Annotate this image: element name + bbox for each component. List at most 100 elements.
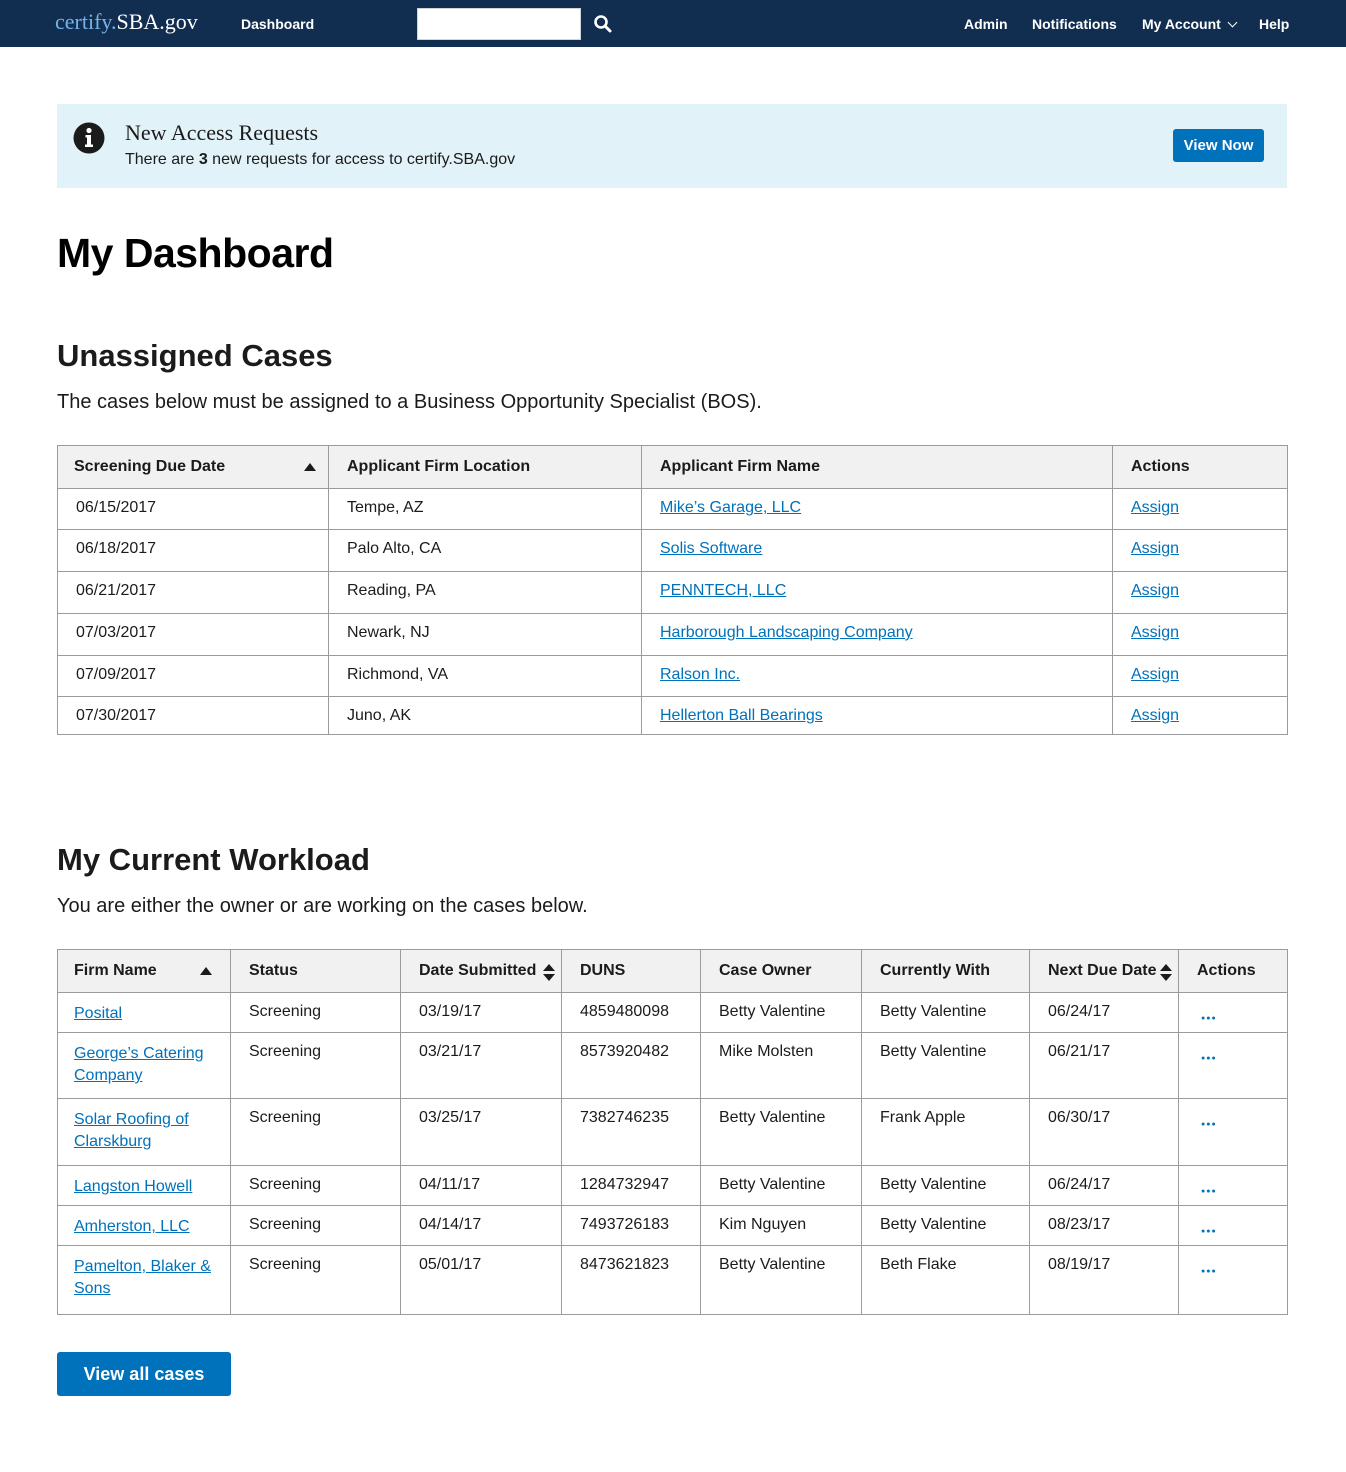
firm-name-cell: PENNTECH, LLC <box>641 571 1113 614</box>
site-logo[interactable]: certify.SBA.gov <box>55 9 198 35</box>
duns-cell: 1284732947 <box>561 1165 701 1206</box>
firm-name-link[interactable]: Langston Howell <box>74 1178 192 1195</box>
table-row: 07/03/2017 Newark, NJ Harborough Landscapi… <box>57 613 1288 656</box>
firm-name-cell: Ralson Inc. <box>641 655 1113 697</box>
next-due-date-cell: 06/30/17 <box>1029 1098 1179 1166</box>
case-owner-cell: Betty Valentine <box>700 1245 862 1315</box>
actions-cell: ●●● <box>1178 1098 1288 1166</box>
firm-location-cell: Richmond, VA <box>328 655 642 697</box>
column-header-firm-location: Applicant Firm Location <box>328 445 642 489</box>
column-header-duns: DUNS <box>561 949 701 993</box>
status-cell: Screening <box>230 1245 401 1315</box>
more-dots-icon[interactable]: ●●● <box>1201 1267 1217 1277</box>
unassigned-cases-heading: Unassigned Cases <box>57 338 333 373</box>
duns-cell: 8473621823 <box>561 1245 701 1315</box>
firm-name-link[interactable]: Solar Roofing of Clarskburg <box>74 1111 189 1150</box>
column-header-screening-due-date[interactable]: Screening Due Date <box>57 445 329 489</box>
nav-admin-link[interactable]: Admin <box>964 16 1008 32</box>
more-dots-icon[interactable]: ●●● <box>1201 1120 1217 1130</box>
more-dots-icon[interactable]: ●●● <box>1201 1054 1217 1064</box>
status-cell: Screening <box>230 1032 401 1099</box>
actions-cell: ●●● <box>1178 1165 1288 1206</box>
assign-link[interactable]: Assign <box>1131 624 1179 641</box>
actions-cell: Assign <box>1112 655 1288 697</box>
workload-description: You are either the owner or are working … <box>57 895 588 917</box>
status-cell: Screening <box>230 1165 401 1206</box>
assign-link[interactable]: Assign <box>1131 540 1179 557</box>
actions-cell: Assign <box>1112 571 1288 614</box>
column-header-currently-with: Currently With <box>861 949 1030 993</box>
table-row: 07/09/2017 Richmond, VA Ralson Inc. Assign <box>57 655 1288 697</box>
sort-ascending-icon[interactable] <box>200 967 212 975</box>
column-header-date-submitted[interactable]: Date Submitted <box>400 949 562 993</box>
column-header-firm-name[interactable]: Firm Name <box>57 949 231 993</box>
firm-name-link[interactable]: Amherston, LLC <box>74 1218 190 1235</box>
currently-with-cell: Betty Valentine <box>861 1205 1030 1246</box>
table-row: 07/30/2017 Juno, AK Hellerton Ball Bearing… <box>57 696 1288 735</box>
top-nav-bar: certify.SBA.gov Dashboard Admin Notifica… <box>0 0 1346 47</box>
actions-cell: Assign <box>1112 488 1288 530</box>
firm-name-cell: Solar Roofing of Clarskburg <box>57 1098 231 1166</box>
sort-icon[interactable] <box>1160 964 1172 982</box>
firm-name-cell: Solis Software <box>641 529 1113 572</box>
firm-name-link[interactable]: Hellerton Ball Bearings <box>660 707 823 724</box>
duns-cell: 7382746235 <box>561 1098 701 1166</box>
screening-due-date-cell: 07/03/2017 <box>57 613 329 656</box>
nav-dashboard-link[interactable]: Dashboard <box>241 16 314 32</box>
firm-name-link[interactable]: George’s Catering Company <box>74 1045 204 1084</box>
firm-name-link[interactable]: Solis Software <box>660 540 762 557</box>
table-row: 06/18/2017 Palo Alto, CA Solis Software Ass… <box>57 529 1288 572</box>
assign-link[interactable]: Assign <box>1131 499 1179 516</box>
date-submitted-cell: 03/21/17 <box>400 1032 562 1099</box>
workload-table: Firm Name Status Date Submitted DUNS Cas… <box>57 949 1288 1315</box>
view-now-button[interactable]: View Now <box>1173 129 1264 162</box>
next-due-date-cell: 08/19/17 <box>1029 1245 1179 1315</box>
firm-name-link[interactable]: Ralson Inc. <box>660 666 740 683</box>
view-all-cases-button[interactable]: View all cases <box>57 1352 231 1396</box>
assign-link[interactable]: Assign <box>1131 582 1179 599</box>
firm-location-cell: Reading, PA <box>328 571 642 614</box>
firm-name-link[interactable]: Pamelton, Blaker & Sons <box>74 1258 211 1297</box>
actions-cell: Assign <box>1112 696 1288 735</box>
date-submitted-cell: 03/25/17 <box>400 1098 562 1166</box>
firm-name-link[interactable]: Posital <box>74 1005 122 1022</box>
actions-cell: ●●● <box>1178 1032 1288 1099</box>
more-dots-icon[interactable]: ●●● <box>1201 1227 1217 1237</box>
nav-my-account-menu[interactable]: My Account <box>1142 16 1238 32</box>
column-header-actions: Actions <box>1112 445 1288 489</box>
sort-ascending-icon[interactable] <box>304 463 316 471</box>
table-row: 06/21/2017 Reading, PA PENNTECH, LLC Assign <box>57 571 1288 614</box>
info-icon <box>73 122 105 154</box>
more-dots-icon[interactable]: ●●● <box>1201 1187 1217 1197</box>
assign-link[interactable]: Assign <box>1131 707 1179 724</box>
firm-name-cell: Posital <box>57 992 231 1033</box>
firm-name-cell: Hellerton Ball Bearings <box>641 696 1113 735</box>
screening-due-date-cell: 07/30/2017 <box>57 696 329 735</box>
date-submitted-cell: 04/14/17 <box>400 1205 562 1246</box>
currently-with-cell: Frank Apple <box>861 1098 1030 1166</box>
page-title: My Dashboard <box>57 230 334 276</box>
sort-icon[interactable] <box>543 964 555 982</box>
nav-help-link[interactable]: Help <box>1259 16 1289 32</box>
search-icon[interactable] <box>593 14 613 34</box>
nav-notifications-link[interactable]: Notifications <box>1032 16 1117 32</box>
column-header-actions: Actions <box>1178 949 1288 993</box>
table-row: Solar Roofing of Clarskburg Screening 03/2… <box>57 1098 1288 1166</box>
assign-link[interactable]: Assign <box>1131 666 1179 683</box>
next-due-date-cell: 06/24/17 <box>1029 1165 1179 1206</box>
status-cell: Screening <box>230 1205 401 1246</box>
next-due-date-cell: 08/23/17 <box>1029 1205 1179 1246</box>
firm-name-link[interactable]: Mike’s Garage, LLC <box>660 499 801 516</box>
firm-name-link[interactable]: Harborough Landscaping Company <box>660 624 913 641</box>
more-dots-icon[interactable]: ●●● <box>1201 1014 1217 1024</box>
search-input[interactable] <box>417 8 581 40</box>
duns-cell: 8573920482 <box>561 1032 701 1099</box>
firm-location-cell: Newark, NJ <box>328 613 642 656</box>
table-row: Posital Screening 03/19/17 4859480098 Betty … <box>57 992 1288 1033</box>
column-header-next-due-date[interactable]: Next Due Date <box>1029 949 1179 993</box>
next-due-date-cell: 06/21/17 <box>1029 1032 1179 1099</box>
duns-cell: 7493726183 <box>561 1205 701 1246</box>
firm-name-link[interactable]: PENNTECH, LLC <box>660 582 786 599</box>
firm-location-cell: Juno, AK <box>328 696 642 735</box>
currently-with-cell: Betty Valentine <box>861 992 1030 1033</box>
